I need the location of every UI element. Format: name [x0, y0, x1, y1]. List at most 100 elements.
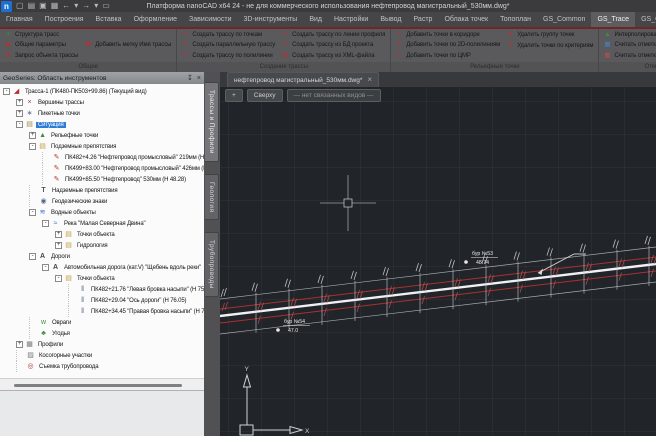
new-file-icon[interactable]: ▢	[16, 2, 24, 10]
save-icon[interactable]: ▣	[39, 2, 47, 10]
view-top-button[interactable]: Сверху	[246, 89, 283, 102]
tree-expander[interactable]: -	[29, 253, 36, 260]
tree-item-label[interactable]: ПК482+4.26 "Нефтепровод промысловый" 219…	[63, 155, 204, 161]
tree-item[interactable]: ♣ Угодья	[0, 328, 204, 339]
undo-dropdown-icon[interactable]: ▾	[74, 2, 78, 10]
print-icon[interactable]: ▭	[102, 2, 110, 10]
linked-views-dropdown[interactable]: — нет связанных видов —	[286, 89, 381, 102]
add-points-in-corridor-button[interactable]: ✎ Добавить точки в коридоре	[395, 30, 500, 40]
tree-item[interactable]: ✎ ПК499+85.50 "Нефтепровод" 530мм (Н 48.2…	[0, 174, 204, 185]
tree-item-label[interactable]: Дороги	[49, 254, 72, 260]
tree-item-label[interactable]: Надземные препятствия	[50, 188, 119, 194]
tree-expander[interactable]: +	[16, 110, 23, 117]
tree-expander[interactable]: +	[55, 231, 62, 238]
cad-drawing[interactable]: бур №5348.74бур №5447.0YX	[220, 87, 656, 436]
create-trace-by-points-button[interactable]: ✎ Создать трассу по точкам	[181, 30, 275, 40]
tree-item-label[interactable]: Подземные препятствия	[49, 144, 118, 150]
tree-item-label[interactable]: ПК482+29.04 "Ось дороги" (Н 76.05)	[89, 298, 188, 304]
side-tab-1[interactable]: Геология	[205, 173, 219, 221]
tree-item[interactable]: ✎ ПК499+83.00 "Нефтепровод промысловый" 4…	[0, 163, 204, 174]
tree-item[interactable]: ◎ Съемка трубопровода	[0, 361, 204, 372]
tree-item[interactable]: - ≈ Река "Малая Северная Двина"	[0, 218, 204, 229]
ribbon-tab-1[interactable]: Построения	[39, 12, 90, 27]
tree-expander[interactable]: -	[55, 275, 62, 282]
tree-expander[interactable]: -	[42, 264, 49, 271]
tree-item-label[interactable]: Автомобильная дорога (кат.V) "Щебень вдо…	[62, 265, 203, 271]
trace-structure-button[interactable]: ✳ Структура трасс	[4, 30, 78, 40]
tree-item[interactable]: - ◢ Трасса-1 (ПК480-ПК503+99.86) (Текущий …	[0, 86, 204, 97]
tree-expander[interactable]: +	[55, 242, 62, 249]
tree-expander[interactable]: -	[29, 143, 36, 150]
add-points-by-dem-button[interactable]: ✎ Добавить точки по ЦМР	[395, 51, 500, 61]
ribbon-tab-7[interactable]: Настройки	[328, 12, 374, 27]
ribbon-tab-3[interactable]: Оформление	[128, 12, 183, 27]
document-tab[interactable]: нефтепровод магистральный_530мм.dwg* ×	[227, 72, 380, 87]
tree-item-label[interactable]: Съемка трубопровода	[37, 364, 100, 370]
tree-item[interactable]: - ▤ Точки объекта	[0, 273, 204, 284]
tree-item-label[interactable]: Вершины трассы	[36, 100, 86, 106]
document-close-icon[interactable]: ×	[367, 76, 372, 84]
scrollbar-thumb[interactable]	[14, 384, 182, 387]
tree-item[interactable]: + ▦ Профили	[0, 339, 204, 350]
close-icon[interactable]: ×	[197, 75, 201, 82]
side-tab-0[interactable]: Трассы и Профили	[205, 82, 219, 162]
tree-item-label[interactable]: Точки объекта	[75, 232, 117, 238]
tree-item[interactable]: - ▤ Подземные препятствия	[0, 141, 204, 152]
interpolate-point-elevations-button[interactable]: ▲Интерполировать отметки точек	[603, 30, 656, 40]
create-trace-from-db-button[interactable]: ✎ Создать трассу из БД проекта	[281, 40, 385, 50]
redo-dropdown-icon[interactable]: ▾	[94, 2, 98, 10]
tree-expander[interactable]: -	[3, 88, 10, 95]
tree-item-label[interactable]: ПК482+21.76 "Левая бровка насыпи" (Н 75.…	[89, 287, 204, 293]
tree-expander[interactable]: -	[16, 121, 23, 128]
ribbon-tab-8[interactable]: Вывод	[374, 12, 407, 27]
tree-item-label[interactable]: Овраги	[50, 320, 73, 326]
tree-item-label[interactable]: Трасса-1 (ПК480-ПК503+99.86) (Текущий ви…	[23, 89, 149, 95]
read-elevations-from-dem-auto-button[interactable]: ▦Считать отметки точек с ЦМР авто	[603, 51, 656, 61]
ribbon-tab-12[interactable]: GS_Common	[537, 12, 591, 27]
add-view-button[interactable]: +	[225, 89, 243, 102]
read-elevations-from-dem-button[interactable]: ▦Считать отметки точек с ЦМР	[603, 40, 656, 50]
undo-icon[interactable]: ←	[62, 2, 70, 10]
tree-item[interactable]: + ∗ Пикетные точки	[0, 108, 204, 119]
tree-item[interactable]: + × Вершины трассы	[0, 97, 204, 108]
tree-item-label[interactable]: Рельефные точки	[49, 133, 100, 139]
tree-item-label[interactable]: Профили	[36, 342, 65, 348]
borehole-label[interactable]: бур №53 48.74	[464, 251, 498, 266]
tree-item-label[interactable]: Пикетные точки	[36, 111, 82, 117]
tree-expander[interactable]: -	[29, 209, 36, 216]
tree-item[interactable]: ‖ ПК482+34.45 "Правая бровка насыпи" (Н 7…	[0, 306, 204, 317]
add-trace-name-label-button[interactable]: M Добавить метку Имя трассы	[84, 40, 172, 50]
tree-item[interactable]: ◉ Геодезические знаки	[0, 196, 204, 207]
tree-item[interactable]: ✎ ПК482+4.26 "Нефтепровод промысловый" 21…	[0, 152, 204, 163]
tree-item[interactable]: + ▤ Точки объекта	[0, 229, 204, 240]
tree-expander[interactable]: +	[16, 341, 23, 348]
tree-expander[interactable]: +	[16, 99, 23, 106]
create-trace-by-polyline-button[interactable]: ✎ Создать трассу по полилинии	[181, 51, 275, 61]
tree-item[interactable]: + ▤ Гидрология	[0, 240, 204, 251]
tree-item-label[interactable]: Косогорные участки	[37, 353, 94, 359]
ribbon-tab-13[interactable]: GS_Trace	[591, 12, 636, 27]
tree-item[interactable]: T Надземные препятствия	[0, 185, 204, 196]
create-trace-from-xml-button[interactable]: ▤ Создать трассу из XML-файла	[281, 51, 385, 61]
tree-expander[interactable]: -	[42, 220, 49, 227]
ribbon-tab-11[interactable]: Топоплан	[494, 12, 537, 27]
tree-item[interactable]: ▨ Косогорные участки	[0, 350, 204, 361]
ribbon-tab-2[interactable]: Вставка	[90, 12, 128, 27]
tree-item[interactable]: - ▤ Ситуация	[0, 119, 204, 130]
tree-item-label[interactable]: ПК499+85.50 "Нефтепровод" 530мм (Н 48.28…	[63, 177, 188, 183]
open-file-icon[interactable]: ▤	[28, 2, 36, 10]
tree-item[interactable]: ‖ ПК482+29.04 "Ось дороги" (Н 76.05)	[0, 295, 204, 306]
ribbon-tab-0[interactable]: Главная	[0, 12, 39, 27]
tree-item-label[interactable]: ПК482+34.45 "Правая бровка насыпи" (Н 75…	[89, 309, 204, 315]
query-trace-object-button[interactable]: ❖ Запрос объекта трассы	[4, 51, 78, 61]
pin-icon[interactable]: ↧	[187, 75, 193, 82]
tree-item-label[interactable]: Угодья	[50, 331, 72, 337]
save-all-icon[interactable]: ▦	[51, 2, 59, 10]
create-trace-by-profile-line-button[interactable]: ✎ Создать трассу по линии профиля	[281, 30, 385, 40]
tree-item-label[interactable]: Гидрология	[75, 243, 110, 249]
common-parameters-button[interactable]: ◆ Общие параметры	[4, 40, 78, 50]
tree-item[interactable]: - A Дороги	[0, 251, 204, 262]
tree-item-label[interactable]: Геодезические знаки	[50, 199, 109, 205]
tree-item[interactable]: w Овраги	[0, 317, 204, 328]
tree-item-label[interactable]: Точки объекта	[75, 276, 117, 282]
